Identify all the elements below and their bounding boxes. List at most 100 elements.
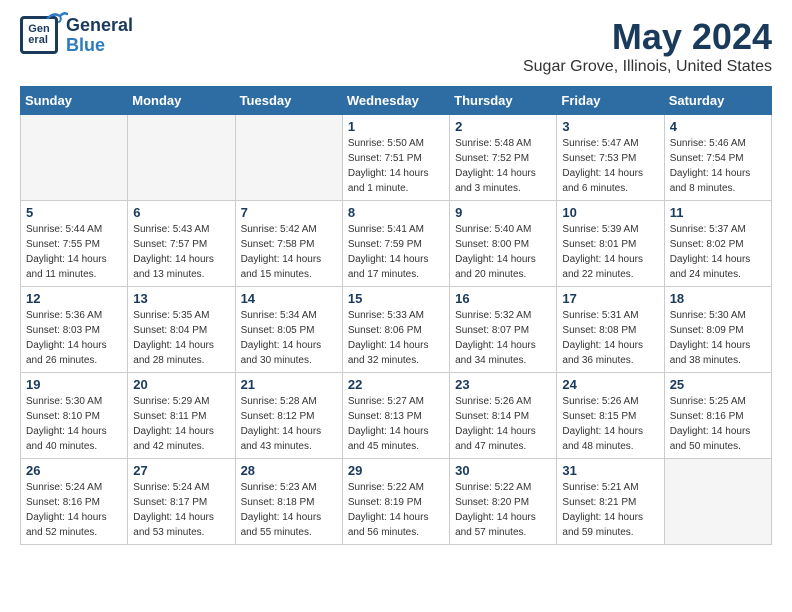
day-cell: 24Sunrise: 5:26 AM Sunset: 8:15 PM Dayli… bbox=[557, 373, 664, 459]
col-header-sunday: Sunday bbox=[21, 87, 128, 115]
day-cell: 17Sunrise: 5:31 AM Sunset: 8:08 PM Dayli… bbox=[557, 287, 664, 373]
header: General General Blue May 2024 Sugar Grov… bbox=[20, 16, 772, 76]
day-number: 29 bbox=[348, 463, 444, 478]
day-number: 16 bbox=[455, 291, 551, 306]
day-cell: 29 Sunrise: 5:22 AM Sunset: 8:19 PM Dayli… bbox=[342, 459, 449, 545]
col-header-monday: Monday bbox=[128, 87, 235, 115]
day-cell: 11 Sunrise: 5:37 AM Sunset: 8:02 PM Dayli… bbox=[664, 201, 771, 287]
day-number: 18 bbox=[670, 291, 766, 306]
day-cell: 8Sunrise: 5:41 AM Sunset: 7:59 PM Daylig… bbox=[342, 201, 449, 287]
day-cell: 7 Sunrise: 5:42 AM Sunset: 7:58 PM Daylig… bbox=[235, 201, 342, 287]
day-cell: 2 Sunrise: 5:48 AM Sunset: 7:52 PM Daylig… bbox=[450, 115, 557, 201]
day-info: Sunrise: 5:40 AM Sunset: 8:00 PM Dayligh… bbox=[455, 222, 551, 282]
day-info: Sunrise: 5:35 AM Sunset: 8:04 PM Dayligh… bbox=[133, 308, 229, 368]
day-number: 23 bbox=[455, 377, 551, 392]
day-info: Sunrise: 5:29 AM Sunset: 8:11 PM Dayligh… bbox=[133, 394, 229, 454]
week-row-5: 26 Sunrise: 5:24 AM Sunset: 8:16 PM Dayli… bbox=[21, 459, 772, 545]
day-number: 8 bbox=[348, 205, 444, 220]
day-number: 20 bbox=[133, 377, 229, 392]
day-info: Sunrise: 5:25 AM Sunset: 8:16 PM Dayligh… bbox=[670, 394, 766, 454]
day-cell bbox=[128, 115, 235, 201]
day-cell: 21 Sunrise: 5:28 AM Sunset: 8:12 PM Dayli… bbox=[235, 373, 342, 459]
calendar: SundayMondayTuesdayWednesdayThursdayFrid… bbox=[20, 86, 772, 545]
day-info: Sunrise: 5:46 AM Sunset: 7:54 PM Dayligh… bbox=[670, 136, 766, 196]
day-number: 28 bbox=[241, 463, 337, 478]
day-info: Sunrise: 5:36 AM Sunset: 8:03 PM Dayligh… bbox=[26, 308, 122, 368]
day-cell: 26 Sunrise: 5:24 AM Sunset: 8:16 PM Dayli… bbox=[21, 459, 128, 545]
day-cell: 9 Sunrise: 5:40 AM Sunset: 8:00 PM Daylig… bbox=[450, 201, 557, 287]
day-cell: 6 Sunrise: 5:43 AM Sunset: 7:57 PM Daylig… bbox=[128, 201, 235, 287]
day-number: 31 bbox=[562, 463, 658, 478]
day-info: Sunrise: 5:39 AM Sunset: 8:01 PM Dayligh… bbox=[562, 222, 658, 282]
col-header-friday: Friday bbox=[557, 87, 664, 115]
day-info: Sunrise: 5:24 AM Sunset: 8:17 PM Dayligh… bbox=[133, 480, 229, 540]
day-number: 19 bbox=[26, 377, 122, 392]
day-info: Sunrise: 5:50 AM Sunset: 7:51 PM Dayligh… bbox=[348, 136, 444, 196]
day-info: Sunrise: 5:27 AM Sunset: 8:13 PM Dayligh… bbox=[348, 394, 444, 454]
week-row-1: 1 Sunrise: 5:50 AM Sunset: 7:51 PM Daylig… bbox=[21, 115, 772, 201]
col-header-thursday: Thursday bbox=[450, 87, 557, 115]
day-cell: 15 Sunrise: 5:33 AM Sunset: 8:06 PM Dayli… bbox=[342, 287, 449, 373]
day-cell: 3Sunrise: 5:47 AM Sunset: 7:53 PM Daylig… bbox=[557, 115, 664, 201]
day-cell: 20 Sunrise: 5:29 AM Sunset: 8:11 PM Dayli… bbox=[128, 373, 235, 459]
day-info: Sunrise: 5:26 AM Sunset: 8:14 PM Dayligh… bbox=[455, 394, 551, 454]
day-cell: 16 Sunrise: 5:32 AM Sunset: 8:07 PM Dayli… bbox=[450, 287, 557, 373]
day-number: 25 bbox=[670, 377, 766, 392]
logo-line1: General bbox=[66, 16, 133, 36]
day-cell: 30 Sunrise: 5:22 AM Sunset: 8:20 PM Dayli… bbox=[450, 459, 557, 545]
logo-line2: Blue bbox=[66, 36, 133, 56]
day-cell bbox=[664, 459, 771, 545]
day-cell: 13 Sunrise: 5:35 AM Sunset: 8:04 PM Dayli… bbox=[128, 287, 235, 373]
day-info: Sunrise: 5:37 AM Sunset: 8:02 PM Dayligh… bbox=[670, 222, 766, 282]
day-info: Sunrise: 5:42 AM Sunset: 7:58 PM Dayligh… bbox=[241, 222, 337, 282]
main-title: May 2024 bbox=[523, 16, 772, 58]
day-number: 26 bbox=[26, 463, 122, 478]
day-number: 9 bbox=[455, 205, 551, 220]
day-cell: 1 Sunrise: 5:50 AM Sunset: 7:51 PM Daylig… bbox=[342, 115, 449, 201]
day-cell: 14Sunrise: 5:34 AM Sunset: 8:05 PM Dayli… bbox=[235, 287, 342, 373]
day-cell bbox=[21, 115, 128, 201]
day-info: Sunrise: 5:22 AM Sunset: 8:20 PM Dayligh… bbox=[455, 480, 551, 540]
day-info: Sunrise: 5:26 AM Sunset: 8:15 PM Dayligh… bbox=[562, 394, 658, 454]
day-number: 12 bbox=[26, 291, 122, 306]
day-number: 4 bbox=[670, 119, 766, 134]
day-number: 2 bbox=[455, 119, 551, 134]
subtitle: Sugar Grove, Illinois, United States bbox=[523, 58, 772, 76]
day-cell: 5 Sunrise: 5:44 AM Sunset: 7:55 PM Daylig… bbox=[21, 201, 128, 287]
day-number: 13 bbox=[133, 291, 229, 306]
day-cell: 18 Sunrise: 5:30 AM Sunset: 8:09 PM Dayli… bbox=[664, 287, 771, 373]
day-number: 11 bbox=[670, 205, 766, 220]
day-cell: 31Sunrise: 5:21 AM Sunset: 8:21 PM Dayli… bbox=[557, 459, 664, 545]
title-area: May 2024 Sugar Grove, Illinois, United S… bbox=[523, 16, 772, 76]
day-cell: 23 Sunrise: 5:26 AM Sunset: 8:14 PM Dayli… bbox=[450, 373, 557, 459]
day-number: 1 bbox=[348, 119, 444, 134]
day-cell: 25 Sunrise: 5:25 AM Sunset: 8:16 PM Dayli… bbox=[664, 373, 771, 459]
day-number: 21 bbox=[241, 377, 337, 392]
day-info: Sunrise: 5:30 AM Sunset: 8:09 PM Dayligh… bbox=[670, 308, 766, 368]
day-number: 30 bbox=[455, 463, 551, 478]
day-cell bbox=[235, 115, 342, 201]
day-info: Sunrise: 5:28 AM Sunset: 8:12 PM Dayligh… bbox=[241, 394, 337, 454]
day-info: Sunrise: 5:22 AM Sunset: 8:19 PM Dayligh… bbox=[348, 480, 444, 540]
day-cell: 28Sunrise: 5:23 AM Sunset: 8:18 PM Dayli… bbox=[235, 459, 342, 545]
day-info: Sunrise: 5:33 AM Sunset: 8:06 PM Dayligh… bbox=[348, 308, 444, 368]
day-number: 7 bbox=[241, 205, 337, 220]
logo: General General Blue bbox=[20, 16, 133, 56]
day-number: 15 bbox=[348, 291, 444, 306]
day-info: Sunrise: 5:48 AM Sunset: 7:52 PM Dayligh… bbox=[455, 136, 551, 196]
day-cell: 4 Sunrise: 5:46 AM Sunset: 7:54 PM Daylig… bbox=[664, 115, 771, 201]
day-info: Sunrise: 5:24 AM Sunset: 8:16 PM Dayligh… bbox=[26, 480, 122, 540]
day-info: Sunrise: 5:43 AM Sunset: 7:57 PM Dayligh… bbox=[133, 222, 229, 282]
day-info: Sunrise: 5:44 AM Sunset: 7:55 PM Dayligh… bbox=[26, 222, 122, 282]
day-info: Sunrise: 5:31 AM Sunset: 8:08 PM Dayligh… bbox=[562, 308, 658, 368]
col-header-saturday: Saturday bbox=[664, 87, 771, 115]
day-info: Sunrise: 5:34 AM Sunset: 8:05 PM Dayligh… bbox=[241, 308, 337, 368]
week-row-2: 5 Sunrise: 5:44 AM Sunset: 7:55 PM Daylig… bbox=[21, 201, 772, 287]
day-info: Sunrise: 5:47 AM Sunset: 7:53 PM Dayligh… bbox=[562, 136, 658, 196]
day-info: Sunrise: 5:32 AM Sunset: 8:07 PM Dayligh… bbox=[455, 308, 551, 368]
day-number: 5 bbox=[26, 205, 122, 220]
day-info: Sunrise: 5:30 AM Sunset: 8:10 PM Dayligh… bbox=[26, 394, 122, 454]
day-number: 6 bbox=[133, 205, 229, 220]
header-row: SundayMondayTuesdayWednesdayThursdayFrid… bbox=[21, 87, 772, 115]
day-number: 27 bbox=[133, 463, 229, 478]
